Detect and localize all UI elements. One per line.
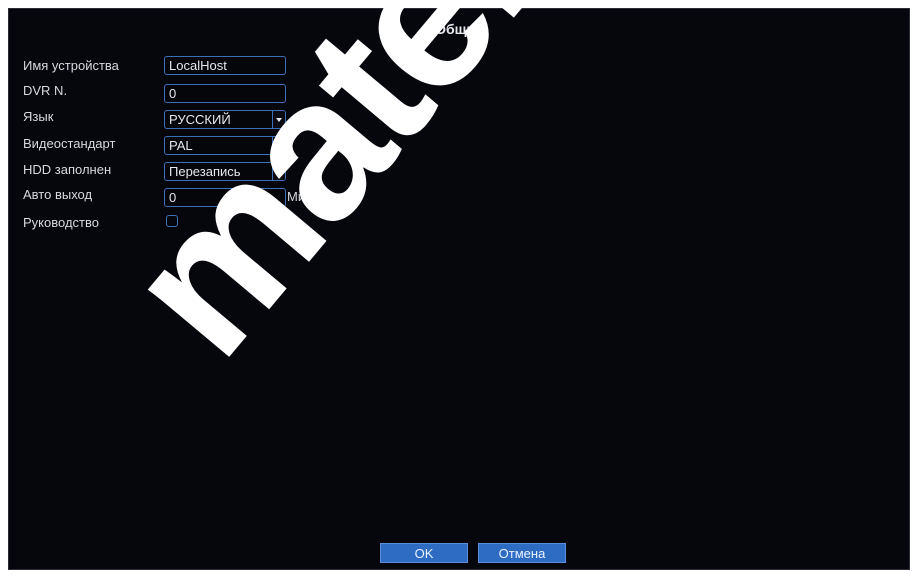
device-name-input[interactable]: LocalHost: [164, 56, 286, 75]
hdd-full-value: Перезапись: [169, 164, 241, 179]
language-label: Язык: [23, 109, 54, 124]
dvr-no-value: 0: [169, 86, 177, 101]
chevron-down-icon[interactable]: [272, 111, 285, 128]
chevron-down-icon[interactable]: [272, 137, 285, 154]
general-settings-window: Общие Имя устройства LocalHost DVR N. 0 …: [8, 8, 910, 570]
cancel-button[interactable]: Отмена: [478, 543, 566, 563]
dvr-no-input[interactable]: 0: [164, 84, 286, 103]
device-name-label: Имя устройства: [23, 58, 119, 73]
ok-button[interactable]: OK: [380, 543, 468, 563]
auto-logout-input[interactable]: 0: [164, 188, 286, 207]
auto-logout-value: 0: [169, 190, 177, 205]
device-name-value: LocalHost: [169, 58, 227, 73]
wizard-checkbox[interactable]: [166, 215, 178, 227]
wizard-label: Руководство: [23, 215, 99, 230]
window-title: Общие: [435, 21, 483, 37]
video-standard-value: PAL: [169, 138, 193, 153]
hdd-full-label: HDD заполнен: [23, 162, 112, 177]
auto-logout-unit: Мин.: [287, 189, 316, 204]
dvr-no-label: DVR N.: [23, 83, 68, 98]
language-value: РУССКИЙ: [169, 112, 231, 127]
hdd-full-select[interactable]: Перезапись: [164, 162, 286, 181]
video-standard-select[interactable]: PAL: [164, 136, 286, 155]
auto-logout-label: Авто выход: [23, 187, 93, 202]
video-standard-label: Видеостандарт: [23, 136, 116, 151]
language-select[interactable]: РУССКИЙ: [164, 110, 286, 129]
chevron-down-icon[interactable]: [272, 163, 285, 180]
